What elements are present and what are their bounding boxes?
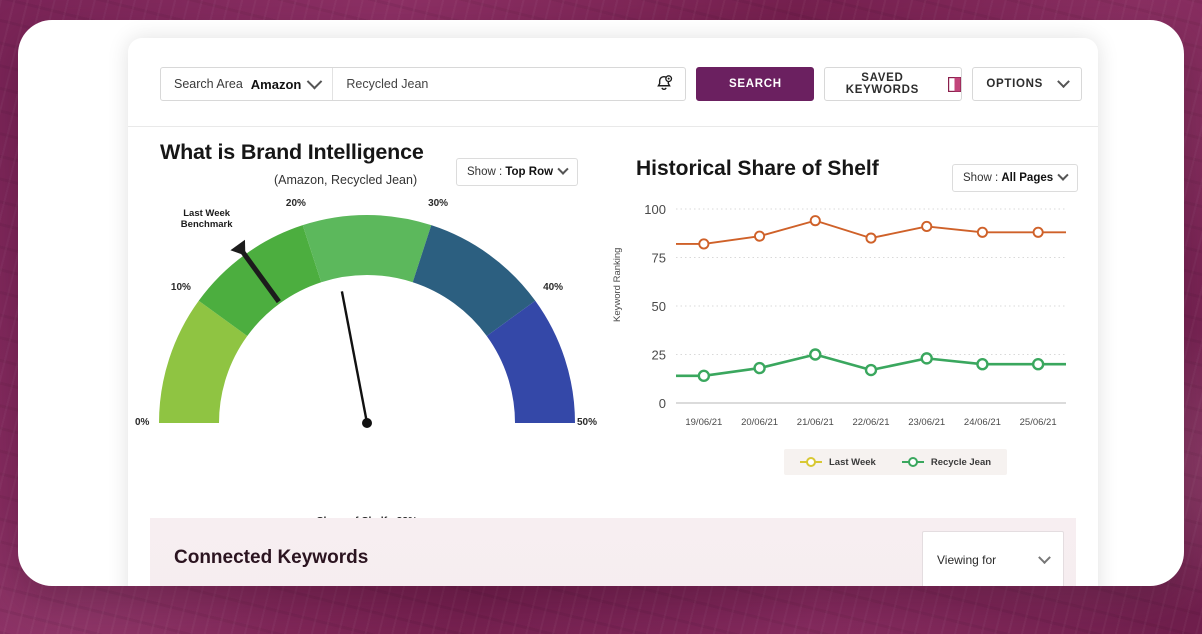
show-value: Top Row <box>505 166 554 178</box>
chevron-down-icon <box>1057 169 1069 181</box>
chevron-down-icon <box>307 73 323 89</box>
share-of-shelf-gauge: Share of Shelf : 22% 0%10%20%30%40%50%La… <box>135 187 597 527</box>
show-prefix: Show : <box>467 166 506 178</box>
chevron-down-icon <box>1038 550 1051 564</box>
data-point[interactable] <box>809 348 822 361</box>
gauge-tick-1: 10% <box>170 281 191 293</box>
notification-bell-icon[interactable] <box>654 74 674 94</box>
chart-show-prefix: Show : <box>963 172 1002 184</box>
y-tick-4: 100 <box>644 202 666 217</box>
search-area-label: Search Area <box>174 77 243 91</box>
x-tick-3: 22/06/21 <box>853 417 890 428</box>
data-point[interactable] <box>921 220 933 233</box>
panel-subtitle: (Amazon, Recycled Jean) <box>274 173 418 187</box>
search-area-dropdown[interactable]: Search Area Amazon <box>161 68 334 100</box>
show-top-row-text: Show : Top Row <box>467 166 553 178</box>
line-chart-plot: 0 25 50 75 100 19/06/21 20/06/21 21/06/21 22/06/… <box>614 195 1084 450</box>
app-card: Search Area Amazon Recycled Jean SEARCH … <box>128 38 1098 586</box>
chart-title: Historical Share of Shelf <box>636 157 879 180</box>
data-point[interactable] <box>698 238 710 250</box>
historical-share-panel: Historical Share of Shelf Show : All Pag… <box>606 127 1098 507</box>
page-title: What is Brand Intelligence <box>160 140 424 164</box>
y-tick-0: 0 <box>659 396 666 411</box>
x-tick-5: 24/06/21 <box>964 417 1001 428</box>
data-point[interactable] <box>920 352 933 365</box>
show-all-pages-dropdown[interactable]: Show : All Pages <box>952 164 1078 192</box>
x-tick-6: 25/06/21 <box>1020 417 1057 428</box>
gauge-tick-2: 20% <box>285 198 306 210</box>
brand-intelligence-panel: What is Brand Intelligence (Amazon, Recy… <box>128 127 606 527</box>
flag-icon <box>948 76 962 92</box>
legend-marker-icon <box>901 457 924 467</box>
y-tick-2: 50 <box>652 299 666 314</box>
show-all-pages-text: Show : All Pages <box>963 172 1053 184</box>
y-tick-1: 25 <box>652 348 666 363</box>
chart-legend: Last Week Recycle Jean <box>784 449 1008 475</box>
options-button[interactable]: OPTIONS <box>972 67 1083 101</box>
gauge-tick-0: 0% <box>135 417 150 428</box>
data-point[interactable] <box>976 357 989 371</box>
viewing-for-label: Viewing for <box>937 553 997 567</box>
options-label: OPTIONS <box>986 78 1044 90</box>
legend-item-1[interactable]: Recycle Jean <box>901 456 992 468</box>
x-tick-1: 20/06/21 <box>741 417 778 428</box>
data-point[interactable] <box>976 226 988 238</box>
data-point[interactable] <box>864 363 878 377</box>
gauge-needle-hub <box>362 418 372 428</box>
legend-label-1: Recycle Jean <box>930 456 992 468</box>
series-0 <box>676 215 1066 250</box>
gauge-tick-4: 40% <box>543 281 564 293</box>
x-tick-2: 21/06/21 <box>797 417 834 428</box>
saved-keywords-button[interactable]: SAVED KEYWORDS <box>824 67 963 101</box>
viewing-for-dropdown[interactable]: Viewing for <box>922 531 1064 586</box>
search-toolbar: Search Area Amazon Recycled Jean SEARCH … <box>160 67 1083 101</box>
y-tick-3: 75 <box>652 251 666 266</box>
benchmark-label: Last Week Benchmark <box>180 208 233 230</box>
data-point[interactable] <box>753 361 766 375</box>
connected-keywords-section: Connected Keywords Viewing for <box>150 518 1076 586</box>
search-input[interactable] <box>346 77 655 91</box>
data-point[interactable] <box>809 215 821 227</box>
data-point[interactable] <box>865 232 877 244</box>
show-top-row-dropdown[interactable]: Show : Top Row <box>456 158 578 186</box>
connected-keywords-title: Connected Keywords <box>174 547 369 568</box>
gauge-needle <box>340 291 369 424</box>
legend-item-0[interactable]: Last Week <box>800 456 876 468</box>
search-button[interactable]: SEARCH <box>696 67 815 101</box>
outer-device-panel: Search Area Amazon Recycled Jean SEARCH … <box>18 20 1184 586</box>
gauge-tick-3: 30% <box>428 198 449 210</box>
search-query-wrap <box>333 68 685 100</box>
gauge-tick-5: 50% <box>577 417 598 428</box>
saved-keywords-label: SAVED KEYWORDS <box>845 72 920 96</box>
data-point[interactable] <box>754 230 766 242</box>
chevron-down-icon <box>1057 74 1071 88</box>
search-area-value: Amazon <box>250 76 302 92</box>
chart-show-value: All Pages <box>1001 172 1054 184</box>
data-point[interactable] <box>1032 226 1044 238</box>
legend-marker-icon <box>800 457 822 467</box>
legend-label-0: Last Week <box>829 456 876 468</box>
x-tick-4: 23/06/21 <box>908 417 945 428</box>
x-tick-0: 19/06/21 <box>685 417 722 428</box>
data-point[interactable] <box>1031 357 1045 371</box>
search-input-group: Search Area Amazon <box>160 67 687 101</box>
data-point[interactable] <box>697 369 711 383</box>
gauge-segment-2 <box>302 215 432 283</box>
chevron-down-icon <box>557 163 569 175</box>
